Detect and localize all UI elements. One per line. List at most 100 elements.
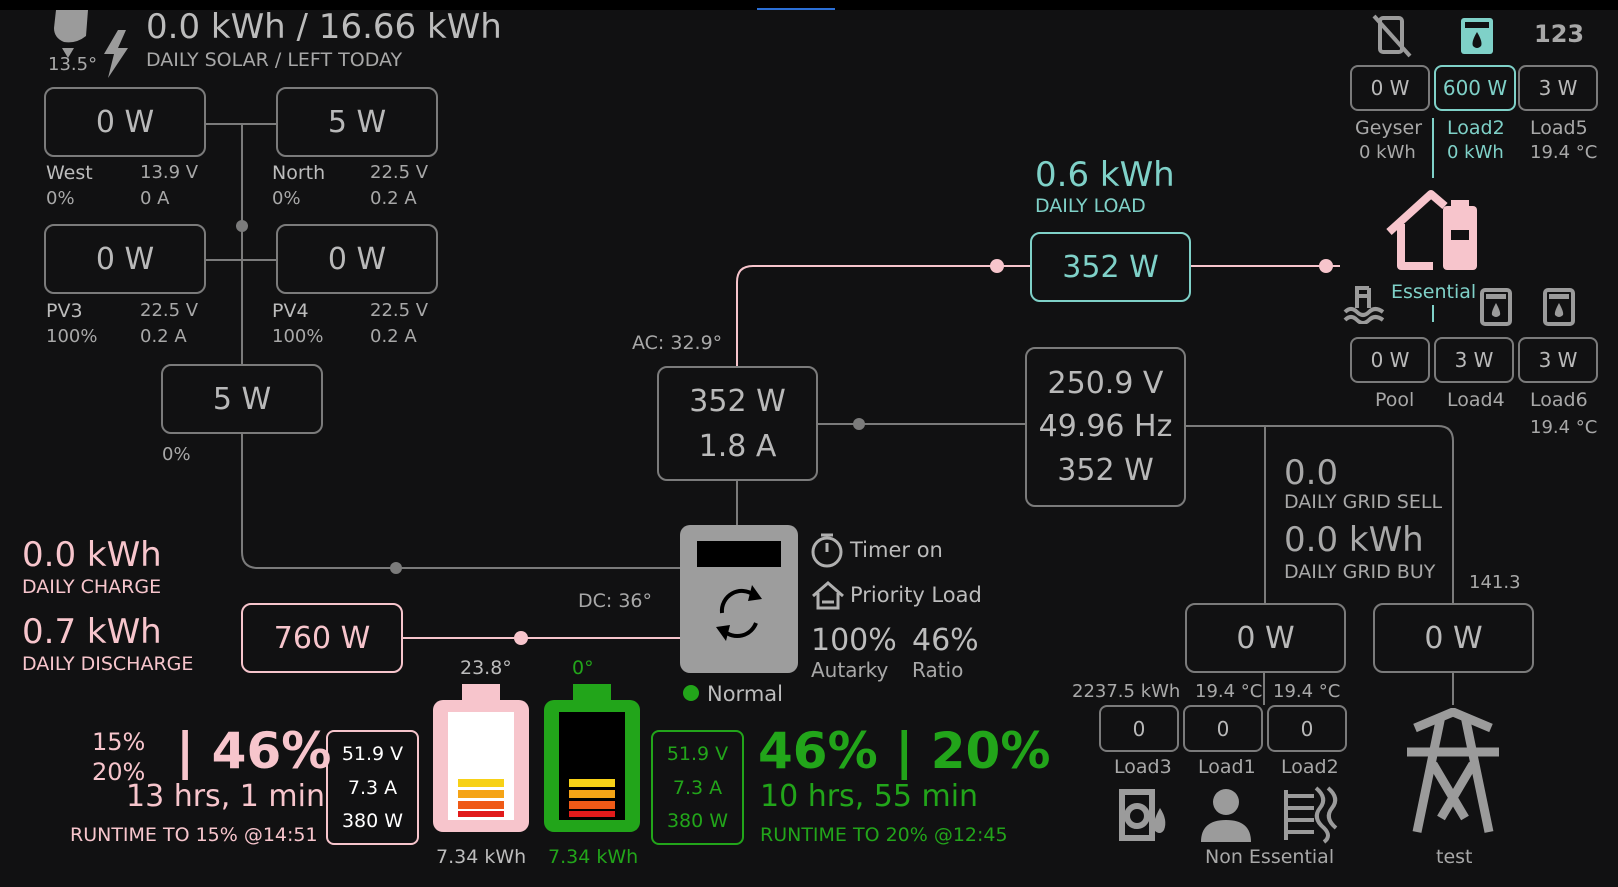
status-dot-icon bbox=[683, 685, 699, 701]
pv1-name: West bbox=[46, 162, 93, 184]
grid-frequency: 49.96 Hz bbox=[1038, 409, 1173, 445]
inverter-current: 1.8 A bbox=[698, 428, 777, 464]
autarky-label: Autarky bbox=[811, 658, 889, 682]
battery2-icon bbox=[544, 684, 640, 832]
grid-buy-value: 0.0 kWh bbox=[1284, 520, 1424, 560]
daily-solar-value: 0.0 kWh / 16.66 kWh bbox=[146, 7, 502, 47]
non-essential-load1-name: Load1 bbox=[1198, 756, 1256, 778]
essential-load4-power[interactable]: 3 W bbox=[1434, 337, 1514, 383]
pv2-name: North bbox=[272, 162, 326, 184]
essential-pool-name: Pool bbox=[1375, 389, 1415, 411]
load6-dryer-icon bbox=[1543, 288, 1575, 326]
pv2-voltage: 22.5 V bbox=[370, 162, 429, 183]
pv1-current: 0 A bbox=[140, 188, 170, 209]
aux-geyser-energy: 0 kWh bbox=[1359, 142, 1416, 163]
aux-load2-energy: 0 kWh bbox=[1447, 142, 1504, 163]
inverter-output[interactable]: 352 W 1.8 A bbox=[657, 366, 818, 481]
non-essential-load2-value[interactable]: 0 bbox=[1267, 705, 1347, 752]
pv2-current: 0.2 A bbox=[370, 188, 417, 209]
pv-total-percent: 0% bbox=[162, 444, 191, 465]
aux-load5-name: Load5 bbox=[1530, 117, 1588, 139]
pv3-name: PV3 bbox=[46, 300, 83, 322]
battery2-voltage: 51.9 V bbox=[666, 743, 729, 766]
dc-temperature: DC: 36° bbox=[578, 590, 653, 612]
battery2-stats: 51.9 V 7.3 A 380 W bbox=[651, 730, 744, 845]
inverter-power: 352 W bbox=[689, 383, 786, 419]
non-essential-load3-name: Load3 bbox=[1114, 756, 1172, 778]
pv1-power[interactable]: 0 W bbox=[44, 87, 206, 157]
geyser-off-icon bbox=[1372, 14, 1412, 58]
pv3-voltage: 22.5 V bbox=[140, 300, 199, 321]
load-power[interactable]: 352 W bbox=[1030, 232, 1191, 302]
pv4-power[interactable]: 0 W bbox=[276, 224, 438, 294]
pv1-percent: 0% bbox=[46, 188, 75, 209]
pv-total-power[interactable]: 5 W bbox=[161, 364, 323, 434]
battery1-watt: 380 W bbox=[341, 809, 404, 832]
priority-label: Priority Load bbox=[850, 583, 982, 607]
essential-load6-name: Load6 bbox=[1530, 389, 1588, 411]
battery2-temperature: 0° bbox=[572, 657, 594, 679]
essential-load6-power[interactable]: 3 W bbox=[1518, 337, 1598, 383]
battery1-temperature: 23.8° bbox=[460, 657, 512, 679]
grid-tower-label: test bbox=[1436, 846, 1473, 868]
battery1-level-a: 15% bbox=[92, 728, 146, 756]
load2-dryer-icon bbox=[1461, 18, 1493, 54]
daily-discharge-value: 0.7 kWh bbox=[22, 612, 162, 652]
battery2-soc: 46% | 20% bbox=[758, 722, 1051, 780]
ratio-value: 46% bbox=[912, 623, 979, 658]
pv3-current: 0.2 A bbox=[140, 326, 187, 347]
grid-readings[interactable]: 250.9 V 49.96 Hz 352 W bbox=[1025, 347, 1186, 507]
essential-load4-name: Load4 bbox=[1447, 389, 1505, 411]
autarky-value: 100% bbox=[811, 623, 897, 658]
grid-tower-icon bbox=[1407, 708, 1499, 833]
ratio-label: Ratio bbox=[912, 658, 964, 682]
pool-icon bbox=[1343, 286, 1385, 324]
battery1-soc: | 46% bbox=[176, 722, 332, 780]
timer-icon bbox=[811, 533, 843, 568]
battery1-stats: 51.9 V 7.3 A 380 W bbox=[326, 730, 419, 845]
aux-load2-name: Load2 bbox=[1447, 117, 1505, 139]
non-essential-load3-value[interactable]: 0 bbox=[1099, 705, 1179, 752]
grid-import-power[interactable]: 0 W bbox=[1373, 603, 1534, 673]
aux-load5-power[interactable]: 3 W bbox=[1518, 65, 1598, 111]
battery1-voltage: 51.9 V bbox=[341, 743, 404, 766]
top-right-counter: 123 bbox=[1534, 20, 1585, 48]
non-essential-load1-value[interactable]: 0 bbox=[1183, 705, 1263, 752]
non-essential-power[interactable]: 0 W bbox=[1185, 603, 1346, 673]
grid-sell-value: 0.0 bbox=[1284, 453, 1339, 493]
battery1-current: 7.3 A bbox=[347, 776, 398, 799]
essential-pool-power[interactable]: 0 W bbox=[1350, 337, 1430, 383]
battery1-runtime-label: RUNTIME TO 15% @14:51 bbox=[70, 824, 318, 846]
essential-load6-temp: 19.4 °C bbox=[1530, 417, 1598, 438]
non-essential-temp1: 19.4 °C bbox=[1195, 681, 1263, 702]
aux-geyser-name: Geyser bbox=[1355, 117, 1423, 139]
grid-power: 352 W bbox=[1057, 452, 1154, 488]
ac-temperature: AC: 32.9° bbox=[632, 332, 723, 354]
pv4-name: PV4 bbox=[272, 300, 309, 322]
aux-load2-power[interactable]: 600 W bbox=[1434, 65, 1516, 111]
inverter-icon[interactable] bbox=[680, 525, 800, 675]
non-essential-load2-name: Load2 bbox=[1281, 756, 1339, 778]
grid-buy-label: DAILY GRID BUY bbox=[1284, 561, 1436, 583]
energy-flow-card: 13.5° 0.0 kWh / 16.66 kWh DAILY SOLAR / … bbox=[0, 0, 1618, 887]
person-icon bbox=[1201, 789, 1251, 842]
battery-power[interactable]: 760 W bbox=[241, 603, 403, 673]
grid-sell-label: DAILY GRID SELL bbox=[1284, 491, 1443, 513]
heater-icon bbox=[1284, 786, 1338, 844]
battery2-current: 7.3 A bbox=[672, 776, 723, 799]
pv3-percent: 100% bbox=[46, 326, 98, 347]
pv1-voltage: 13.9 V bbox=[140, 162, 199, 183]
pv2-power[interactable]: 5 W bbox=[276, 87, 438, 157]
daily-load-value: 0.6 kWh bbox=[1035, 155, 1175, 195]
daily-solar-label: DAILY SOLAR / LEFT TODAY bbox=[146, 49, 403, 71]
essential-home-battery-icon bbox=[1386, 190, 1477, 270]
grid-meter-value: 141.3 bbox=[1469, 572, 1521, 593]
pv3-power[interactable]: 0 W bbox=[44, 224, 206, 294]
aux-geyser-power[interactable]: 0 W bbox=[1350, 65, 1430, 111]
pv4-current: 0.2 A bbox=[370, 326, 417, 347]
battery2-watt: 380 W bbox=[666, 809, 729, 832]
grid-voltage: 250.9 V bbox=[1047, 365, 1164, 401]
battery2-energy: 7.34 kWh bbox=[548, 846, 639, 868]
daily-load-label: DAILY LOAD bbox=[1035, 195, 1146, 217]
daily-discharge-label: DAILY DISCHARGE bbox=[22, 653, 194, 675]
